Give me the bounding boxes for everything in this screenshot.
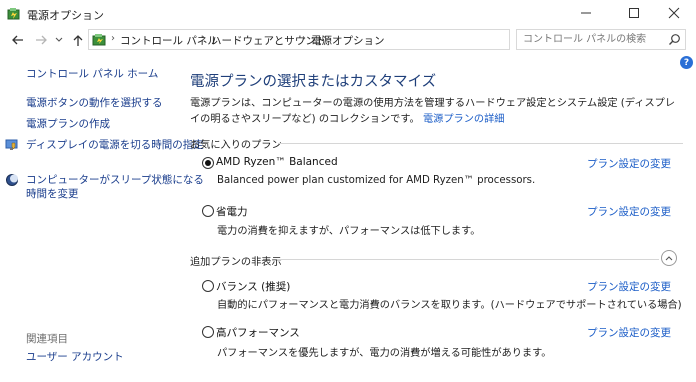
change-plan-settings-link[interactable]: プラン設定の変更 xyxy=(587,156,671,171)
sidebar-item-power-button[interactable]: 電源ボタンの動作を選択する xyxy=(26,96,163,111)
collapse-button[interactable] xyxy=(661,250,677,266)
monitor-shield-icon xyxy=(5,139,18,150)
search-input[interactable] xyxy=(523,32,663,47)
sidebar-item-display-off-time[interactable]: ディスプレイの電源を切る時間の指定 xyxy=(26,138,204,153)
maximize-button[interactable] xyxy=(612,0,656,26)
see-also-heading: 関連項目 xyxy=(26,333,68,345)
plan-name[interactable]: バランス (推奨) xyxy=(216,279,290,294)
sidebar-item-sleep-time-line1[interactable]: コンピューターがスリープ状態になる xyxy=(26,173,204,188)
search-icon[interactable] xyxy=(668,33,681,46)
plan-description: パフォーマンスを優先しますが、電力の消費が増える可能性があります。 xyxy=(217,348,552,359)
arrow-right-icon xyxy=(35,35,47,45)
plan-radio-balanced[interactable] xyxy=(202,280,214,292)
sidebar-item-user-accounts[interactable]: ユーザー アカウント xyxy=(26,350,124,365)
plan-name[interactable]: AMD Ryzen™ Balanced xyxy=(216,156,338,168)
help-icon[interactable]: ? xyxy=(680,56,693,69)
sidebar: コントロール パネル ホーム 電源ボタンの動作を選択する 電源プランの作成 ディ… xyxy=(0,52,204,382)
plan-description: 自動的にパフォーマンスと電力消費のバランスを取ります。(ハードウェアでサポートさ… xyxy=(217,300,682,311)
plan-radio-power-saver[interactable] xyxy=(202,205,214,217)
control-panel-icon xyxy=(92,34,106,46)
navigation-bar: › コントロール パネル › ハードウェアとサウンド › 電源オプション xyxy=(0,28,696,52)
plan-description: Balanced power plan customized for AMD R… xyxy=(217,175,536,186)
change-plan-settings-link[interactable]: プラン設定の変更 xyxy=(587,325,671,340)
sidebar-home-link[interactable]: コントロール パネル ホーム xyxy=(26,67,158,82)
chevron-up-icon xyxy=(665,256,673,261)
plan-details-link[interactable]: 電源プランの詳細 xyxy=(423,114,505,125)
favorites-heading: お気に入りのプラン xyxy=(190,140,282,151)
close-button[interactable] xyxy=(652,0,696,26)
window-title: 電源オプション xyxy=(27,9,104,22)
power-options-icon xyxy=(7,8,20,20)
search-box[interactable] xyxy=(516,29,686,50)
divider xyxy=(278,143,683,144)
plan-name[interactable]: 省電力 xyxy=(216,204,248,219)
plan-radio-high-performance[interactable] xyxy=(202,326,214,338)
address-bar[interactable]: › コントロール パネル › ハードウェアとサウンド › 電源オプション xyxy=(88,29,596,50)
chevron-right-icon[interactable]: › xyxy=(202,33,206,44)
recent-pages-button[interactable] xyxy=(54,32,64,48)
close-icon xyxy=(668,7,680,19)
sidebar-item-create-plan[interactable]: 電源プランの作成 xyxy=(26,117,110,132)
chevron-right-icon[interactable]: › xyxy=(302,33,306,44)
maximize-icon xyxy=(629,8,639,18)
forward-button[interactable] xyxy=(33,32,49,48)
minimize-icon xyxy=(581,12,591,14)
arrow-left-icon xyxy=(11,35,23,45)
arrow-up-icon xyxy=(73,34,83,46)
sidebar-item-sleep-time-line2[interactable]: 時間を変更 xyxy=(26,187,79,202)
back-button[interactable] xyxy=(9,32,25,48)
title-bar: 電源オプション xyxy=(0,0,696,28)
change-plan-settings-link[interactable]: プラン設定の変更 xyxy=(587,204,671,219)
plan-description: 電力の消費を抑えますが、パフォーマンスは低下します。 xyxy=(217,226,481,237)
hidden-plans-heading: 追加プランの非表示 xyxy=(190,257,282,268)
divider xyxy=(277,259,659,260)
change-plan-settings-link[interactable]: プラン設定の変更 xyxy=(587,279,671,294)
plan-name[interactable]: 高パフォーマンス xyxy=(216,325,300,340)
page-description: 電源プランは、コンピューターの電源の使用方法を管理するハードウェア設定とシステム… xyxy=(190,96,685,127)
breadcrumb-hardware-sound[interactable]: ハードウェアとサウンド xyxy=(211,33,326,48)
page-title: 電源プランの選択またはカスタマイズ xyxy=(190,74,437,90)
minimize-button[interactable] xyxy=(564,0,608,26)
breadcrumb-power-options[interactable]: 電源オプション xyxy=(311,33,385,48)
plan-radio-amd-balanced[interactable] xyxy=(202,157,214,169)
chevron-down-icon xyxy=(55,37,63,42)
moon-icon xyxy=(6,174,18,186)
chevron-right-icon[interactable]: › xyxy=(111,33,115,44)
up-button[interactable] xyxy=(70,32,86,48)
